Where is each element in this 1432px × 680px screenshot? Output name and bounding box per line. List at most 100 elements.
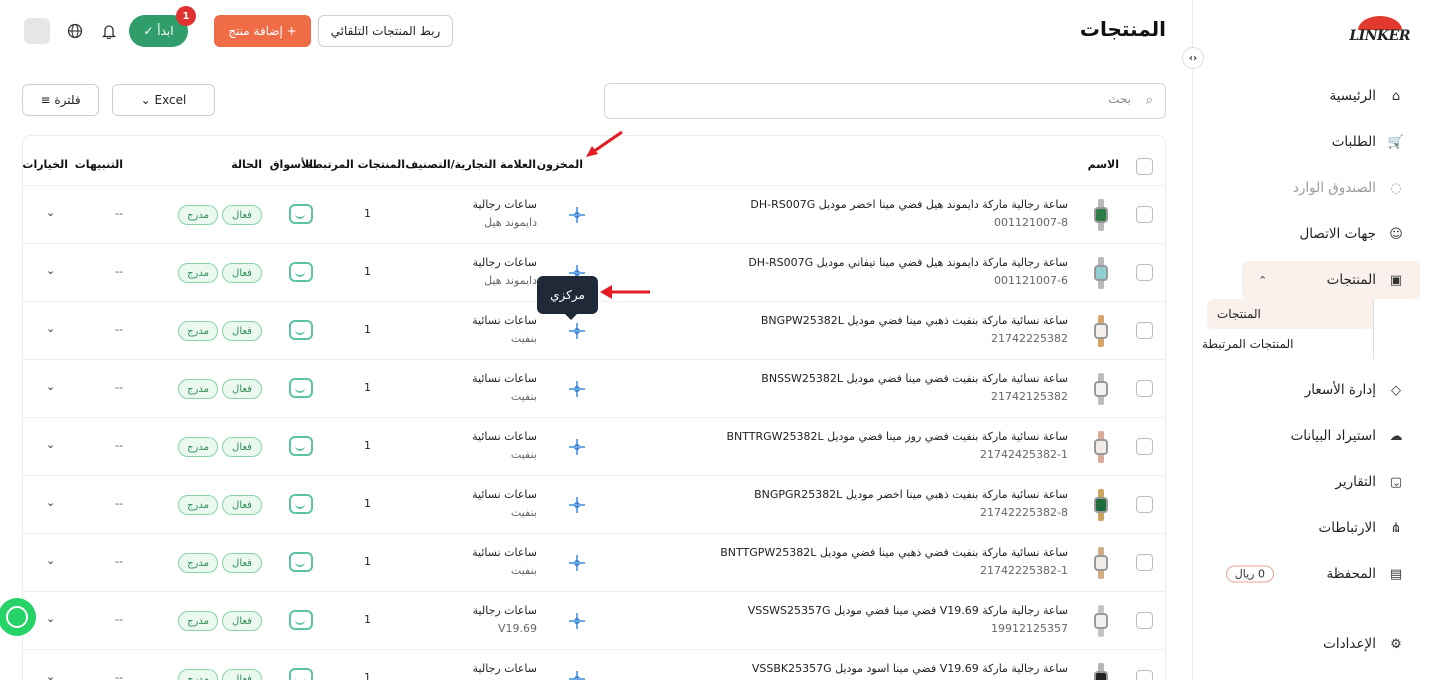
- warehouse-icon[interactable]: [568, 322, 586, 340]
- marketplace-icon[interactable]: [289, 494, 313, 514]
- column-header-brand-category[interactable]: العلامة التجارية/التصنيف: [405, 158, 536, 171]
- status-badge-listed: مدرج: [178, 553, 218, 573]
- globe-icon[interactable]: [66, 22, 84, 40]
- filter-button[interactable]: فلترة ≡: [22, 84, 99, 116]
- product-name[interactable]: ساعة رجالية ماركة V19.69 فضي مينا اسود م…: [752, 662, 1068, 675]
- row-checkbox[interactable]: [1136, 380, 1153, 397]
- warehouse-icon[interactable]: [568, 206, 586, 224]
- watch-face: [1094, 613, 1108, 629]
- marketplace-icon[interactable]: [289, 668, 313, 680]
- row-options-chevron-icon[interactable]: ⌄: [46, 206, 55, 219]
- row-checkbox[interactable]: [1136, 206, 1153, 223]
- linked-products-count: 1: [364, 671, 371, 680]
- sidebar-item-inbox[interactable]: ◌ الصندوق الوارد: [1192, 165, 1432, 211]
- row-options-chevron-icon[interactable]: ⌄: [46, 380, 55, 393]
- sidebar: LINKER ‹› ⌂ الرئيسية 🛒 الطلبات ⌄ ◌ الصند…: [1182, 0, 1432, 680]
- sidebar-item-integrations[interactable]: ⋔ الارتباطات ⌄: [1192, 505, 1432, 551]
- submenu-item-products[interactable]: المنتجات: [1207, 299, 1373, 329]
- marketplace-icon[interactable]: [289, 204, 313, 224]
- linked-products-count: 1: [364, 613, 371, 626]
- row-options-chevron-icon[interactable]: ⌄: [46, 612, 55, 625]
- linked-products-count: 1: [364, 265, 371, 278]
- product-name[interactable]: ساعة نسائية ماركة بنفيت فضي مينا فضي مود…: [761, 372, 1068, 385]
- product-name[interactable]: ساعة رجالية ماركة دايموند هيل فضي مينا ت…: [748, 256, 1068, 269]
- search-box[interactable]: ⌕: [604, 83, 1166, 119]
- product-name[interactable]: ساعة رجالية ماركة V19.69 فضي مينا فضي مو…: [748, 604, 1068, 617]
- sidebar-item-products[interactable]: ▣ المنتجات ⌃: [1242, 261, 1420, 299]
- avatar[interactable]: [24, 18, 50, 44]
- product-name[interactable]: ساعة نسائية ماركة بنفيت فضي روز مينا فضي…: [726, 430, 1068, 443]
- bell-icon[interactable]: [100, 22, 118, 40]
- submenu-item-label: المنتجات: [1217, 307, 1261, 321]
- table-row[interactable]: ساعة نسائية ماركة بنفيت فضي ذهبي مينا فض…: [23, 534, 1165, 592]
- submenu-item-linked-products[interactable]: المنتجات المرتبطة: [1192, 329, 1373, 359]
- alerts-value: --: [115, 613, 123, 626]
- sidebar-item-label: استيراد البيانات: [1290, 428, 1376, 444]
- table-row[interactable]: ساعة رجالية ماركة V19.69 فضي مينا اسود م…: [23, 650, 1165, 680]
- sidebar-item-orders[interactable]: 🛒 الطلبات ⌄: [1192, 119, 1432, 165]
- marketplace-icon[interactable]: [289, 552, 313, 572]
- sidebar-item-import[interactable]: ☁ استيراد البيانات ⌄: [1192, 413, 1432, 459]
- column-header-alerts[interactable]: التنبيهات: [75, 158, 123, 171]
- warehouse-icon[interactable]: [568, 380, 586, 398]
- status-badge-listed: مدرج: [178, 611, 218, 631]
- marketplace-icon[interactable]: [289, 262, 313, 282]
- column-header-linked-products[interactable]: المنتجات المرتبطة: [306, 158, 405, 171]
- row-checkbox[interactable]: [1136, 264, 1153, 281]
- product-name[interactable]: ساعة رجالية ماركة دايموند هيل فضي مينا ا…: [750, 198, 1068, 211]
- row-options-chevron-icon[interactable]: ⌄: [46, 496, 55, 509]
- search-input[interactable]: [631, 92, 1131, 106]
- table-row[interactable]: ساعة رجالية ماركة V19.69 فضي مينا فضي مو…: [23, 592, 1165, 650]
- sidebar-item-contacts[interactable]: ☺ جهات الاتصال: [1192, 211, 1432, 257]
- row-options-chevron-icon[interactable]: ⌄: [46, 322, 55, 335]
- column-header-name[interactable]: الاسم: [1088, 158, 1119, 171]
- row-checkbox[interactable]: [1136, 554, 1153, 571]
- column-header-status[interactable]: الحالة: [231, 158, 262, 171]
- marketplace-icon[interactable]: [289, 320, 313, 340]
- table-row[interactable]: ساعة نسائية ماركة بنفيت فضي مينا فضي مود…: [23, 360, 1165, 418]
- row-options-chevron-icon[interactable]: ⌄: [46, 670, 55, 680]
- sidebar-item-settings[interactable]: ⚙ الإعدادات ⌄: [1192, 621, 1432, 667]
- product-category: ساعات نسائية: [472, 372, 537, 385]
- row-options-chevron-icon[interactable]: ⌄: [46, 264, 55, 277]
- row-checkbox[interactable]: [1136, 322, 1153, 339]
- sidebar-item-pricing[interactable]: ◇ إدارة الأسعار: [1192, 367, 1432, 413]
- watch-face: [1094, 207, 1108, 223]
- auto-link-products-button[interactable]: ربط المنتجات التلقائي: [318, 15, 453, 47]
- sidebar-collapse-button[interactable]: ‹›: [1182, 47, 1204, 69]
- warehouse-icon[interactable]: [568, 496, 586, 514]
- column-header-markets[interactable]: الأسواق: [270, 158, 313, 171]
- table-row[interactable]: ساعة نسائية ماركة بنفيت ذهبي مينا اخضر م…: [23, 476, 1165, 534]
- marketplace-icon[interactable]: [289, 436, 313, 456]
- select-all-checkbox[interactable]: [1136, 158, 1153, 175]
- marketplace-icon[interactable]: [289, 610, 313, 630]
- excel-export-button[interactable]: Excel ⌄: [112, 84, 215, 116]
- product-name[interactable]: ساعة نسائية ماركة بنفيت ذهبي مينا اخضر م…: [754, 488, 1068, 501]
- product-sku: 21742425382-1: [980, 448, 1068, 461]
- status-badge-active: فعال: [222, 321, 262, 341]
- linker-logo[interactable]: LINKER: [1349, 16, 1410, 56]
- alerts-value: --: [115, 381, 123, 394]
- sidebar-item-wallet[interactable]: ▤ المحفظة 0 ريال: [1192, 551, 1432, 597]
- product-thumbnail: [1093, 257, 1109, 289]
- row-options-chevron-icon[interactable]: ⌄: [46, 438, 55, 451]
- row-checkbox[interactable]: [1136, 670, 1153, 680]
- sidebar-item-home[interactable]: ⌂ الرئيسية: [1192, 73, 1432, 119]
- warehouse-icon[interactable]: [568, 554, 586, 572]
- table-row[interactable]: ساعة رجالية ماركة دايموند هيل فضي مينا ا…: [23, 186, 1165, 244]
- product-name[interactable]: ساعة نسائية ماركة بنفيت فضي ذهبي مينا فض…: [720, 546, 1068, 559]
- marketplace-icon[interactable]: [289, 378, 313, 398]
- row-checkbox[interactable]: [1136, 438, 1153, 455]
- add-product-button[interactable]: + إضافة منتج: [214, 15, 311, 47]
- column-header-options[interactable]: الخيارات: [22, 158, 68, 171]
- row-checkbox[interactable]: [1136, 612, 1153, 629]
- warehouse-icon[interactable]: [568, 438, 586, 456]
- table-row[interactable]: ساعة نسائية ماركة بنفيت فضي روز مينا فضي…: [23, 418, 1165, 476]
- warehouse-icon[interactable]: [568, 612, 586, 630]
- row-options-chevron-icon[interactable]: ⌄: [46, 554, 55, 567]
- warehouse-icon[interactable]: [568, 670, 586, 680]
- row-checkbox[interactable]: [1136, 496, 1153, 513]
- column-header-stock[interactable]: المخزون: [537, 158, 583, 171]
- sidebar-item-reports[interactable]: ▢ التقارير ⌄: [1192, 459, 1432, 505]
- product-name[interactable]: ساعة نسائية ماركة بنفيت ذهبي مينا فضي مو…: [761, 314, 1068, 327]
